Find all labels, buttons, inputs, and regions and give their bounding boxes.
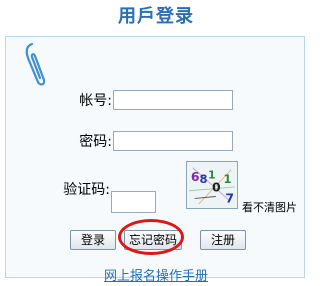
svg-text:6: 6 — [191, 169, 200, 184]
password-input[interactable] — [113, 131, 233, 151]
password-label: 密码: — [79, 134, 112, 150]
captcha-image[interactable]: 6 8 1 0 1 7 — [186, 161, 238, 209]
register-button[interactable]: 注册 — [200, 230, 246, 250]
svg-text:0: 0 — [212, 180, 221, 195]
forgot-password-button[interactable]: 忘记密码 — [124, 230, 182, 250]
page-title: 用戶登录 — [118, 6, 194, 27]
svg-text:7: 7 — [225, 190, 234, 205]
captcha-input[interactable] — [111, 191, 156, 213]
captcha-refresh-link[interactable]: 看不清图片 — [242, 199, 297, 215]
login-button[interactable]: 登录 — [70, 230, 116, 250]
svg-text:1: 1 — [224, 172, 232, 186]
manual-link[interactable]: 网上报名操作手册 — [0, 265, 312, 284]
paperclip-icon — [25, 42, 46, 86]
captcha-label: 验证码: — [63, 182, 110, 198]
account-input[interactable] — [113, 90, 233, 110]
svg-text:8: 8 — [200, 172, 208, 186]
account-label: 帐号: — [79, 93, 112, 109]
